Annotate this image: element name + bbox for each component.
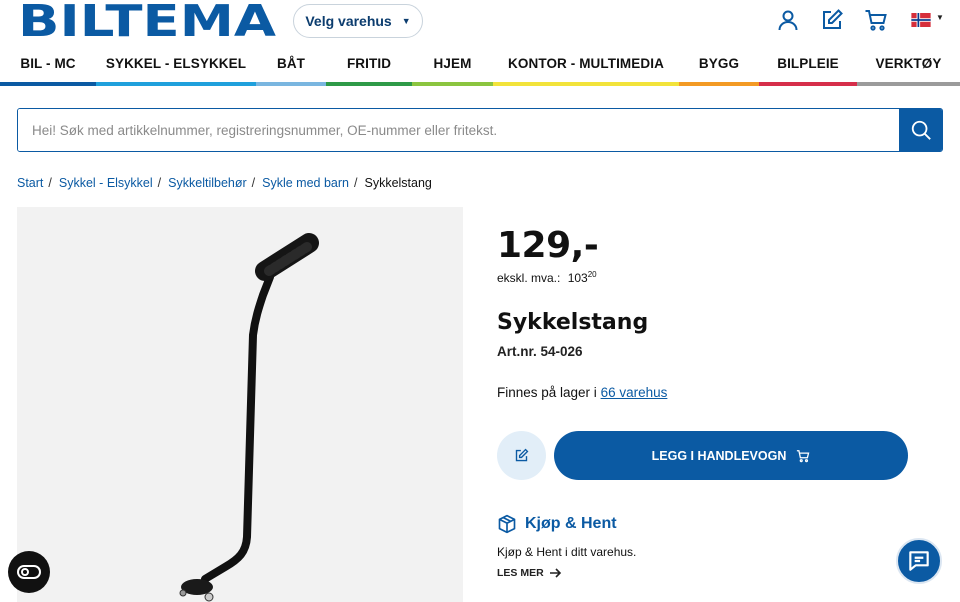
caret-down-icon: ▼ [401, 16, 411, 26]
search-icon [911, 120, 931, 140]
nav-color-bar [679, 82, 759, 86]
stock-prefix: Finnes på lager i [497, 385, 597, 400]
vat-label: ekskl. mva.: [497, 271, 561, 285]
stock-info: Finnes på lager i 66 varehus [497, 385, 667, 400]
logo-text: BILTEMA [18, 3, 276, 39]
nav-item-hjem[interactable]: HJEM [412, 44, 493, 82]
add-to-cart-label: LEGG I HANDLEVOGN [651, 448, 787, 463]
bike-handle-image [179, 233, 319, 602]
nav-color-bar [256, 82, 326, 86]
norway-flag-icon[interactable] [910, 13, 932, 27]
nav-item-verktoy[interactable]: VERKTØY [857, 44, 960, 82]
breadcrumb-sykkeltilbehor[interactable]: Sykkeltilbehør [168, 176, 247, 190]
cookie-settings-button[interactable] [8, 551, 50, 593]
click-collect-title: Kjøp & Hent [525, 515, 617, 532]
nav-color-bar [96, 82, 256, 86]
breadcrumb-current: Sykkelstang [364, 176, 432, 190]
vat-info: ekskl. mva.: 10320 [497, 270, 597, 285]
nav-item-bil-mc[interactable]: BIL - MC [0, 44, 96, 82]
read-more-link[interactable]: LES MER [497, 567, 562, 579]
user-icon[interactable] [776, 8, 800, 32]
add-to-list-button[interactable] [497, 431, 546, 480]
search-bar [17, 108, 943, 152]
product-title: Sykkelstang [497, 310, 649, 335]
arrow-right-icon [549, 568, 561, 578]
language-caret-icon[interactable]: ▼ [936, 13, 944, 22]
nav-item-sykkel[interactable]: SYKKEL - ELSYKKEL [96, 44, 256, 82]
product-image[interactable] [17, 207, 463, 602]
read-more-label: LES MER [497, 567, 544, 579]
package-icon [498, 514, 516, 534]
header: BILTEMA Velg varehus ▼ ▼ [0, 0, 960, 44]
article-number: Art.nr. 54-026 [497, 344, 583, 359]
nav-color-bar [857, 82, 960, 86]
breadcrumb-sykle-med-barn[interactable]: Sykle med barn [262, 176, 349, 190]
chat-icon [909, 551, 929, 571]
click-collect-heading: Kjøp & Hent [497, 514, 617, 534]
edit-list-icon [515, 448, 529, 462]
add-to-cart-button[interactable]: LEGG I HANDLEVOGN [554, 431, 908, 480]
biltema-logo[interactable]: BILTEMA [18, 3, 276, 39]
breadcrumb-sykkel[interactable]: Sykkel - Elsykkel [59, 176, 153, 190]
category-nav: BIL - MC SYKKEL - ELSYKKEL BÅT FRITID HJ… [0, 44, 960, 86]
cart-icon [797, 449, 810, 462]
nav-color-bar [759, 82, 857, 86]
breadcrumb: Start / Sykkel - Elsykkel / Sykkeltilbehør… [17, 176, 432, 190]
nav-item-kontor[interactable]: KONTOR - MULTIMEDIA [493, 44, 679, 82]
store-select-label: Velg varehus [305, 13, 392, 29]
nav-item-fritid[interactable]: FRITID [326, 44, 412, 82]
nav-color-bar [493, 82, 679, 86]
chat-button[interactable] [896, 538, 942, 584]
nav-item-bilpleie[interactable]: BILPLEIE [759, 44, 857, 82]
edit-list-icon[interactable] [820, 8, 844, 32]
cart-icon[interactable] [864, 8, 888, 32]
store-select-button[interactable]: Velg varehus ▼ [293, 4, 423, 38]
vat-value: 103 [567, 271, 588, 285]
stock-stores-link[interactable]: 66 varehus [601, 385, 668, 400]
click-collect-text: Kjøp & Hent i ditt varehus. [497, 545, 637, 559]
search-input[interactable] [18, 109, 899, 151]
nav-color-bar [326, 82, 412, 86]
nav-color-bar [0, 82, 96, 86]
nav-item-bygg[interactable]: BYGG [679, 44, 759, 82]
nav-item-bat[interactable]: BÅT [256, 44, 326, 82]
search-button[interactable] [899, 109, 942, 151]
cookie-toggle-icon [17, 565, 41, 579]
product-price: 129,- [497, 225, 599, 266]
breadcrumb-start[interactable]: Start [17, 176, 43, 190]
vat-decimals: 20 [587, 270, 597, 279]
nav-color-bar [412, 82, 493, 86]
